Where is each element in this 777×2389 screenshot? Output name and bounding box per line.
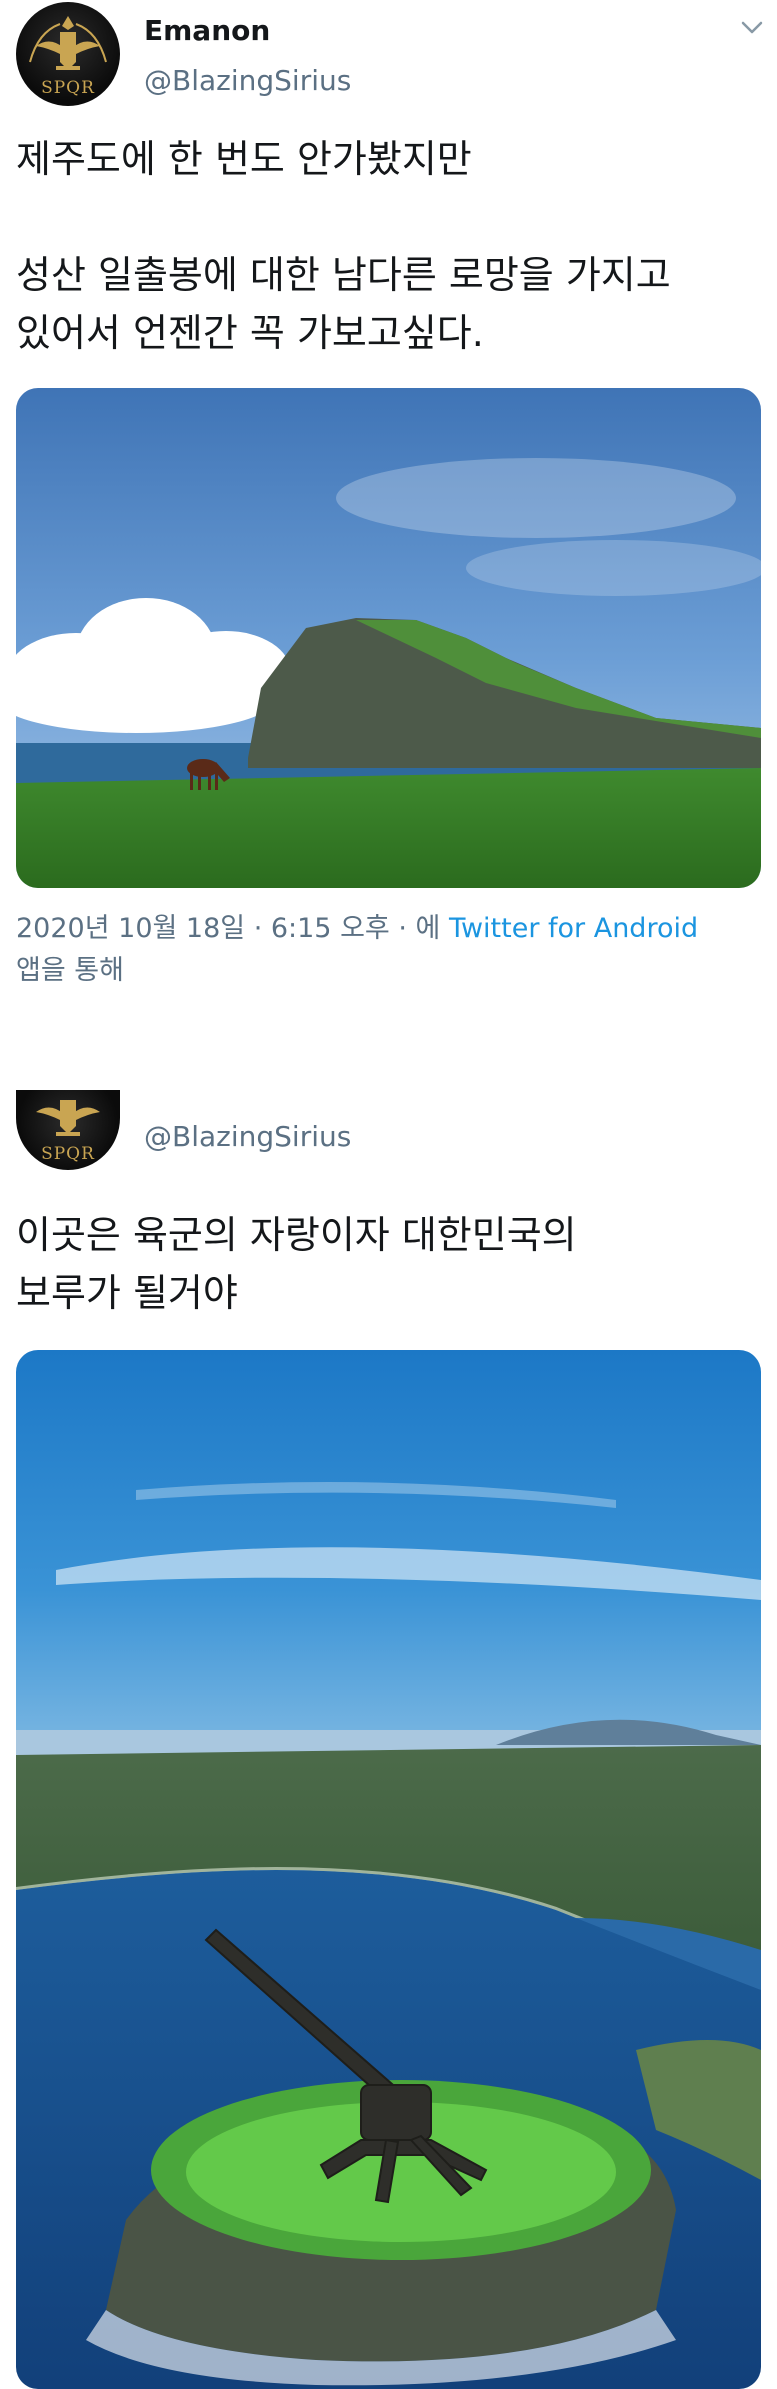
user-handle[interactable]: @BlazingSirius: [144, 1120, 351, 1153]
display-name[interactable]: Emanon: [144, 14, 270, 47]
tweet-image[interactable]: [16, 388, 761, 888]
timestamp[interactable]: 2020년 10월 18일 · 6:15 오후 · 에: [16, 913, 440, 944]
avatar[interactable]: SPQR: [16, 1090, 120, 1170]
tweet-image[interactable]: [16, 1350, 761, 2389]
seongsan-photo: [16, 388, 761, 888]
tweet-text: 이곳은 육군의 자랑이자 대한민국의 보루가 될거야: [16, 1213, 577, 1315]
avatar[interactable]: SPQR: [16, 2, 120, 106]
avatar-text: SPQR: [41, 1144, 95, 1164]
source-link[interactable]: Twitter for Android: [449, 913, 698, 944]
tweet-1: SPQR Emanon @BlazingSirius 제주도에 한 번도 안가봤…: [0, 0, 777, 1000]
user-handle[interactable]: @BlazingSirius: [144, 64, 351, 97]
chevron-down-icon[interactable]: [740, 20, 764, 36]
avatar-text: SPQR: [41, 78, 95, 98]
tweet-metadata: 2020년 10월 18일 · 6:15 오후 · 에 Twitter for …: [16, 908, 761, 992]
source-suffix: 앱을 통해: [16, 955, 124, 986]
tweet-2: SPQR @BlazingSirius 이곳은 육군의 자랑이자 대한민국의 보…: [0, 1090, 777, 2389]
tweet-text: 제주도에 한 번도 안가봤지만 성산 일출봉에 대한 남다른 로망을 가지고 있…: [16, 137, 671, 355]
seongsan-cannon-photo: [16, 1350, 761, 2389]
